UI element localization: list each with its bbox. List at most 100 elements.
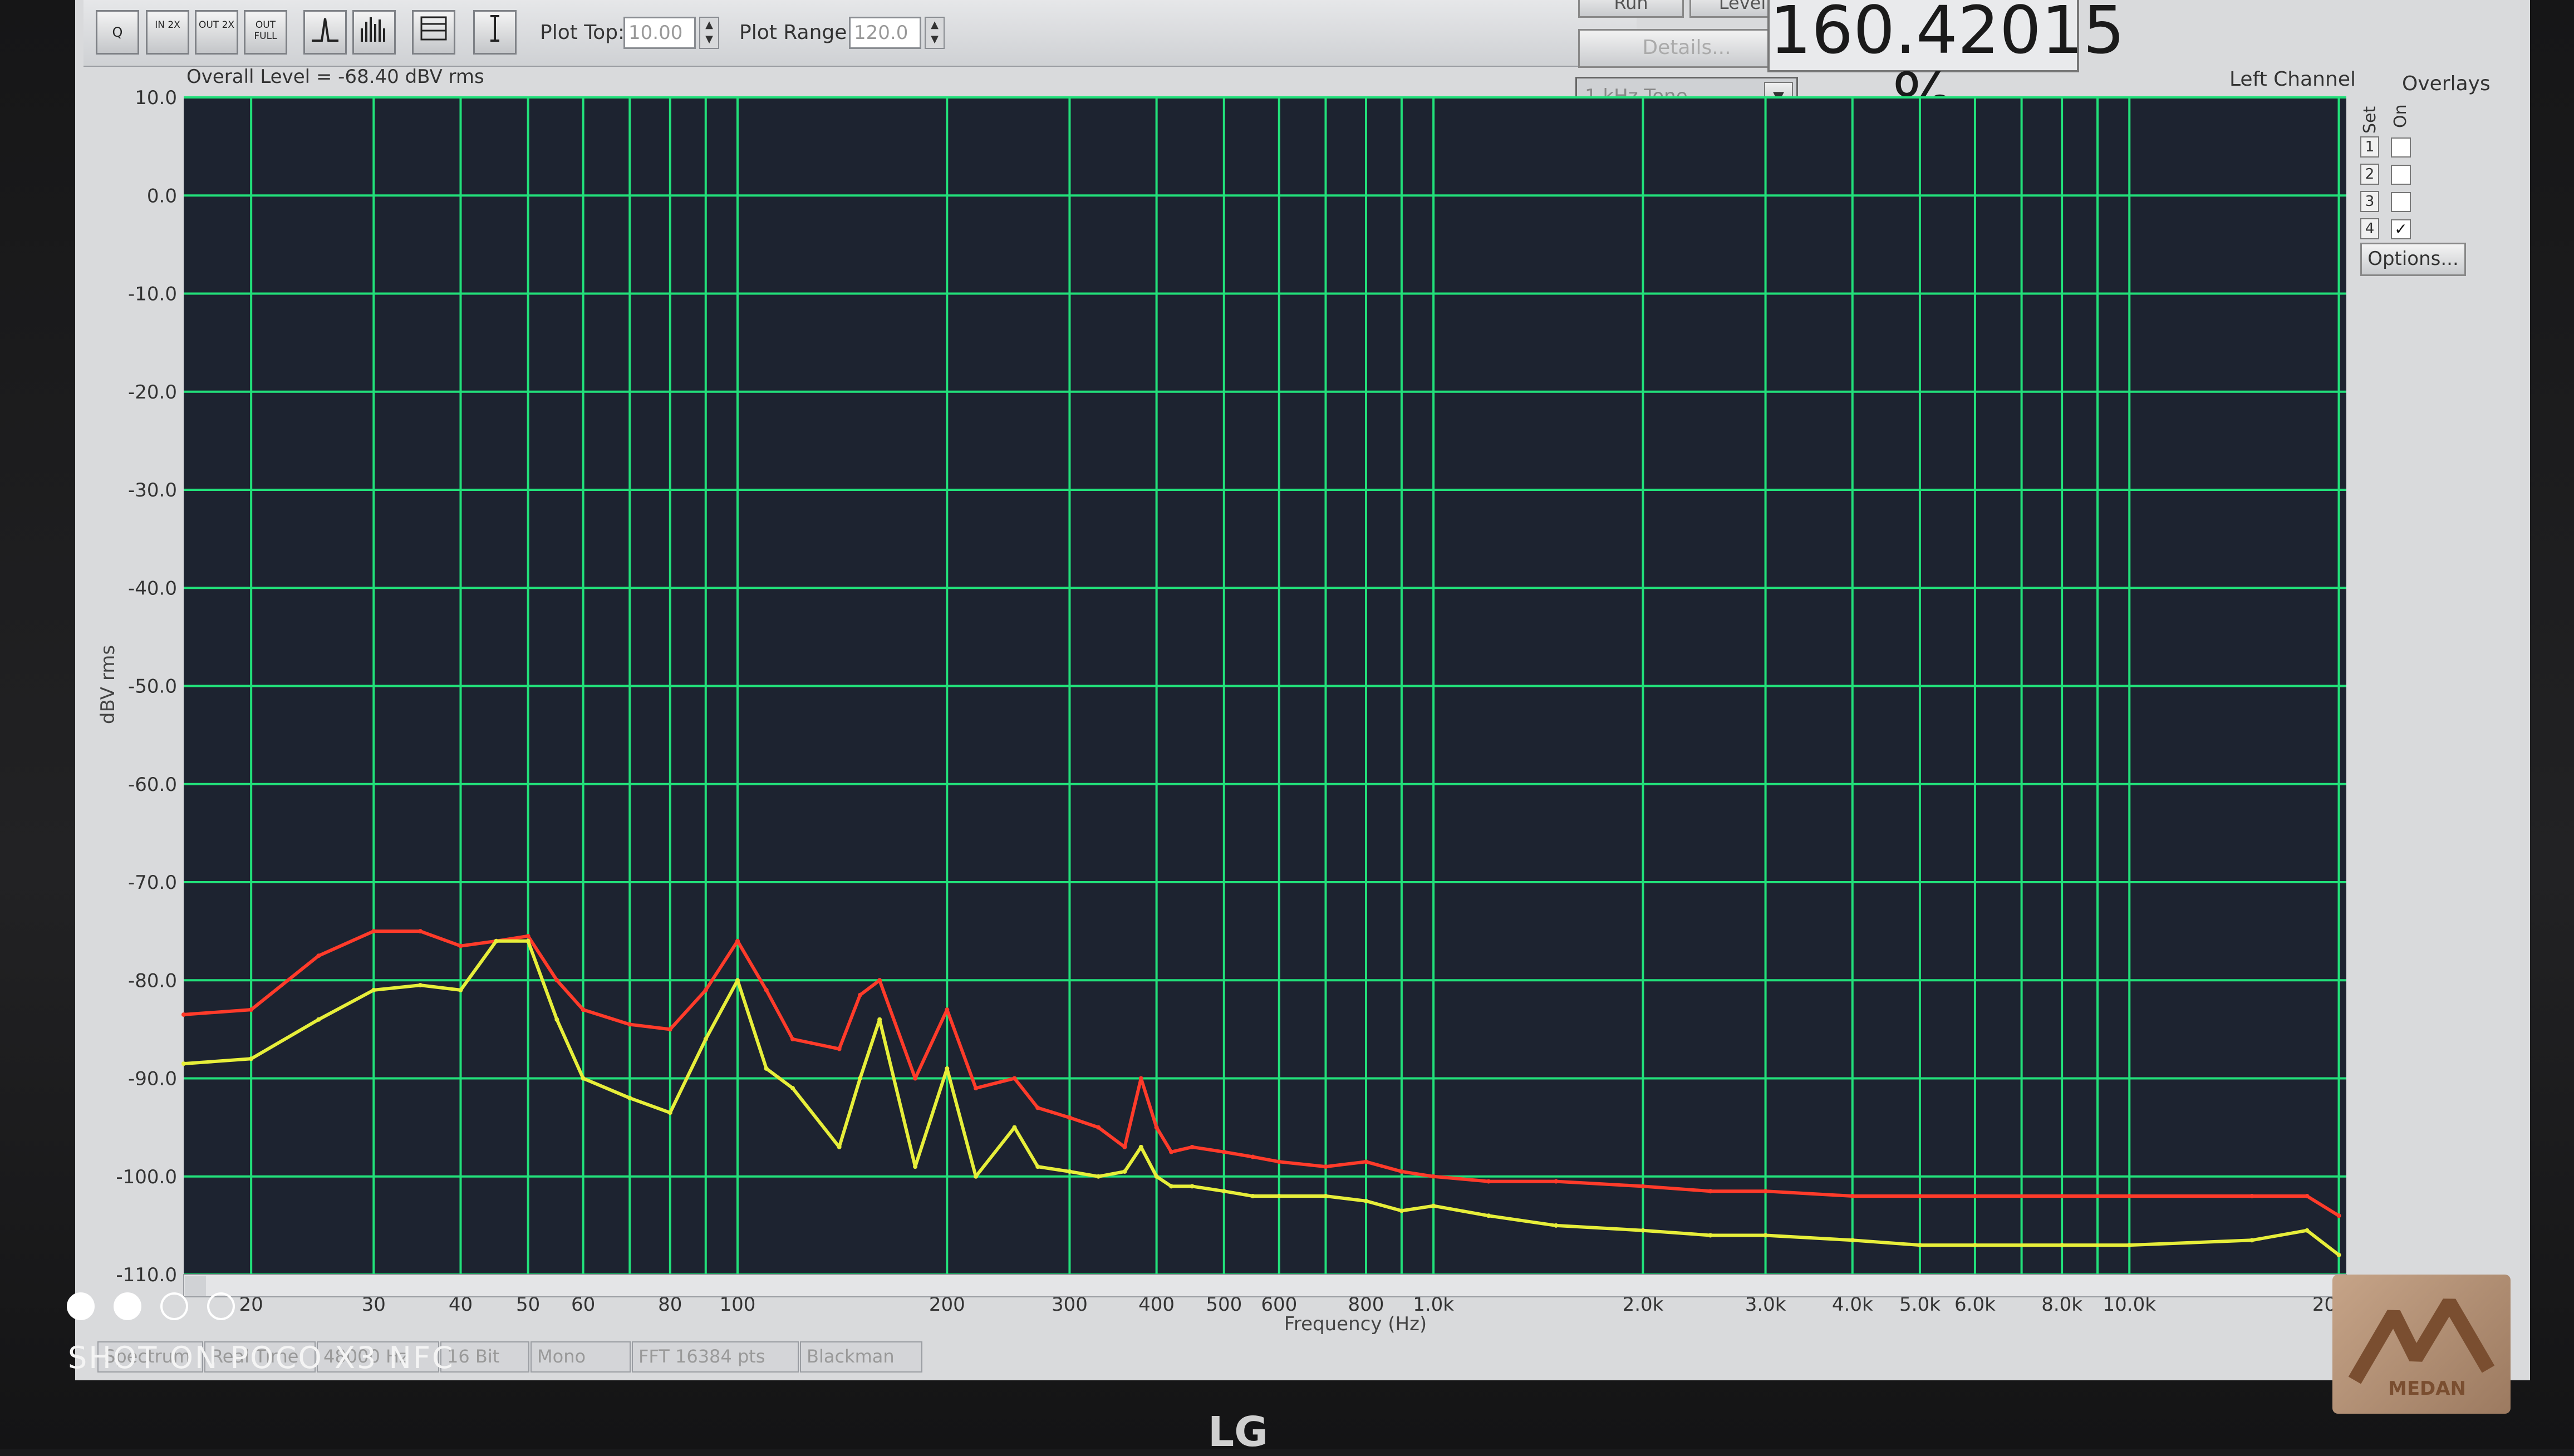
series-2-point [417, 983, 423, 988]
series-2-point [1640, 1228, 1645, 1233]
series-1-point [1096, 1125, 1101, 1130]
options-button[interactable]: Options... [2360, 243, 2466, 276]
overlay-on-checkbox-1[interactable] [2391, 137, 2411, 158]
series-1-point [1067, 1115, 1072, 1120]
series-1-point [1486, 1179, 1491, 1184]
series-2-point [627, 1095, 632, 1100]
series-2-point [913, 1164, 918, 1169]
y-axis-ticks: 10.0 0.0 -10.0 -20.0 -30.0 -40.0 -50.0 -60.0 -70… [116, 87, 177, 1286]
series-2-point [1708, 1233, 1713, 1238]
y-tick-label: -60.0 [128, 774, 177, 796]
overlay-set-3[interactable]: 3 [2360, 191, 2379, 212]
series-1-point [1250, 1154, 1255, 1159]
series-2-point [1035, 1164, 1040, 1169]
y-axis-label: dBV rms [97, 645, 119, 724]
series-1-point [1972, 1194, 1977, 1198]
series-2-point [1486, 1213, 1491, 1218]
y-tick-label: 10.0 [135, 87, 177, 109]
series-2-point [667, 1110, 672, 1115]
series-1-point [2060, 1194, 2065, 1198]
series-2-point [316, 1017, 321, 1022]
status-channels: Mono [530, 1341, 631, 1373]
scrollbar-left-arrow[interactable] [185, 1276, 206, 1296]
series-1-point [627, 1022, 632, 1027]
series-1-point [581, 1007, 586, 1012]
series-2-point [858, 1076, 863, 1081]
series-1-point [1035, 1105, 1040, 1110]
series-2-point [1431, 1203, 1436, 1208]
horizontal-scrollbar[interactable] [183, 1274, 2347, 1297]
series-1-point [2305, 1194, 2310, 1198]
overlays-on-header: On [2391, 104, 2410, 128]
status-fft-size: FFT 16384 pts [632, 1341, 799, 1373]
spectrum-chart: 10.0 0.0 -10.0 -20.0 -30.0 -40.0 -50.0 -60.0 -70… [97, 87, 2366, 1335]
y-tick-label: -100.0 [116, 1166, 177, 1188]
overlay-on-checkbox-2[interactable] [2391, 165, 2411, 185]
series-2-point [458, 987, 463, 992]
series-2-point [181, 1061, 186, 1066]
dot-inactive-1 [160, 1292, 188, 1320]
overlay-set-4[interactable]: 4 [2360, 218, 2379, 239]
series-2-point [1917, 1243, 1922, 1248]
series-1-point [1154, 1125, 1159, 1130]
overlay-on-checkbox-4[interactable]: ✓ [2391, 219, 2411, 239]
series-1-point [790, 1037, 795, 1041]
series-1-point [1640, 1184, 1645, 1189]
series-1-point [913, 1076, 918, 1081]
series-1-point [1276, 1159, 1281, 1164]
series-1-point [1323, 1164, 1328, 1169]
series-2-point [1190, 1184, 1195, 1189]
camera-watermark: SHOT ON POCO X3 NFC [68, 1340, 455, 1375]
series-2-point [1067, 1169, 1072, 1174]
series-2-point [945, 1066, 950, 1071]
series-2-point [764, 1066, 769, 1071]
y-tick-label: -10.0 [128, 283, 177, 306]
series-2-point [1169, 1184, 1174, 1189]
series-2-point [1221, 1189, 1226, 1194]
dot-active-2 [114, 1292, 141, 1320]
series-2-point [1122, 1169, 1127, 1174]
series-1-point [1221, 1149, 1226, 1154]
series-1-point [764, 987, 769, 992]
series-1-point [877, 978, 882, 983]
overlay-set-2[interactable]: 2 [2360, 164, 2379, 185]
series-2-point [790, 1086, 795, 1091]
series-2-point [1850, 1238, 1855, 1243]
series-2-point [1012, 1125, 1017, 1130]
series-2-point [371, 987, 376, 992]
series-1-point [1122, 1144, 1127, 1149]
series-1-point [181, 1012, 186, 1017]
series-1-point [1169, 1149, 1174, 1154]
overlay-set-1[interactable]: 1 [2360, 136, 2379, 158]
series-1-point [554, 978, 559, 983]
series-2-point [581, 1076, 586, 1081]
series-2-point [1363, 1198, 1368, 1203]
series-2-point [1096, 1174, 1101, 1179]
series-2-point [2305, 1228, 2310, 1233]
series-1-point [858, 992, 863, 997]
series-1-point [1708, 1189, 1713, 1194]
series-2-point [2060, 1243, 2065, 1248]
series-1-point [371, 929, 376, 934]
series-1-point [1399, 1169, 1404, 1174]
series-2-point [2249, 1238, 2254, 1243]
series-2-point [877, 1017, 882, 1022]
y-tick-label: -70.0 [128, 872, 177, 894]
dot-active-1 [67, 1292, 95, 1320]
series-1-point [249, 1007, 254, 1012]
series-2-point [2336, 1252, 2341, 1257]
series-1-point [667, 1027, 672, 1032]
series-1-point [945, 1007, 950, 1012]
series-2-point [2127, 1243, 2132, 1248]
overlay-on-checkbox-3[interactable] [2391, 192, 2411, 212]
y-tick-label: -20.0 [128, 381, 177, 404]
series-2-point [703, 1037, 708, 1041]
series-1-point [974, 1086, 979, 1091]
y-tick-label: -80.0 [128, 970, 177, 992]
series-1-point [417, 929, 423, 934]
series-1-point [1431, 1174, 1436, 1179]
series-1-point [525, 933, 530, 938]
monitor-brand-logo: LG [1208, 1408, 1268, 1456]
series-1-point [316, 953, 321, 958]
series-2-point [1763, 1233, 1768, 1238]
